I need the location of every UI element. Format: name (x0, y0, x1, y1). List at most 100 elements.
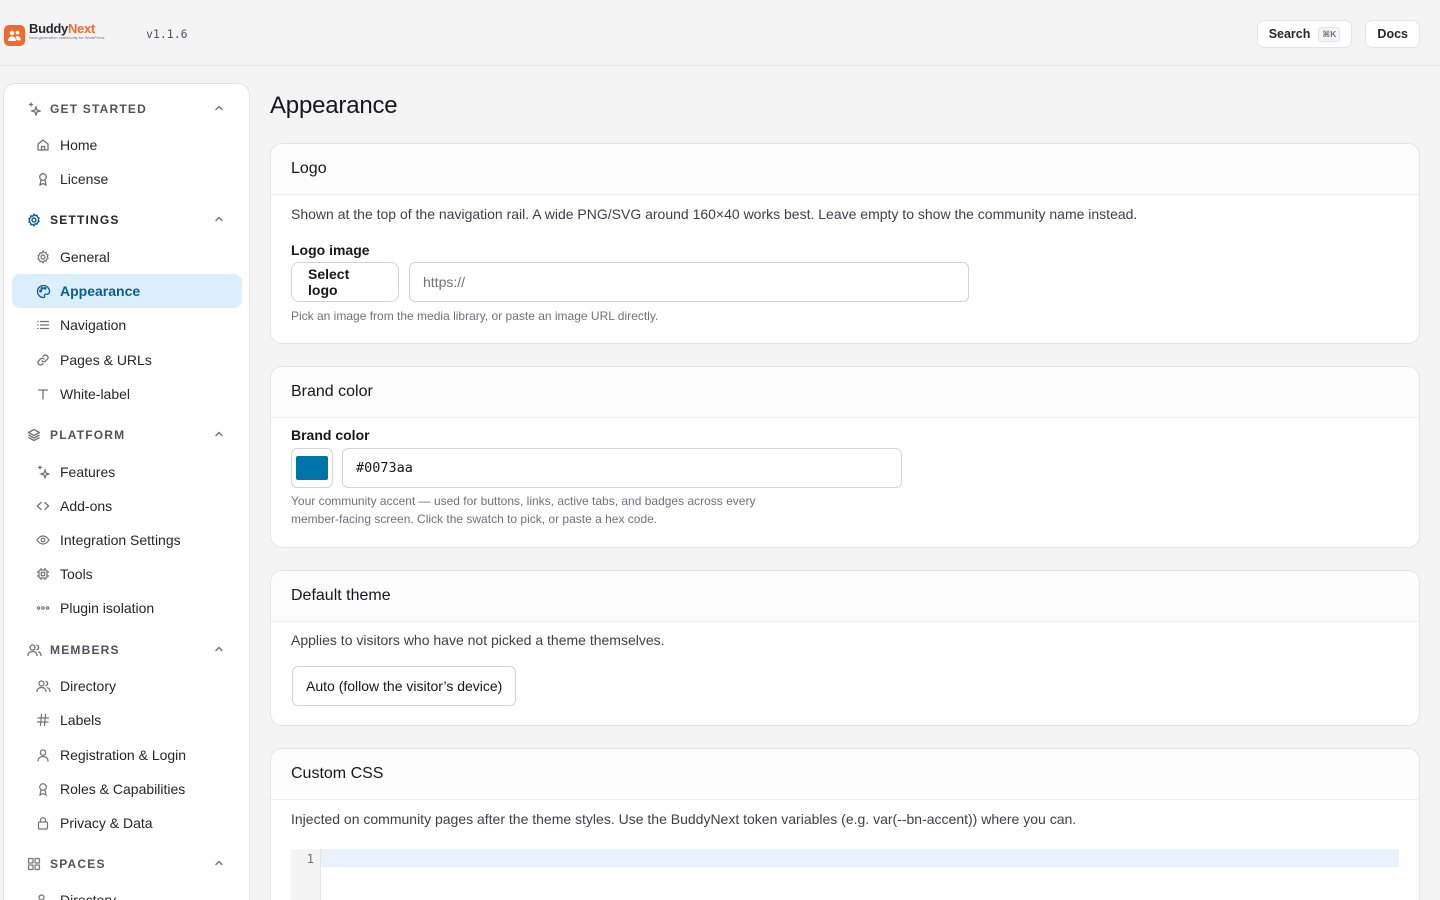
search-shortcut: ⌘K (1318, 26, 1341, 42)
theme-select[interactable]: Auto (follow the visitor’s device) (292, 666, 517, 706)
custom-css-card: Custom CSS Injected on community pages a… (270, 748, 1420, 900)
card-title: Logo (271, 144, 1419, 195)
hint-line: member-facing screen. Click the swatch t… (291, 512, 658, 526)
brand-logo[interactable]: BuddyNext Next-generation community for … (4, 22, 105, 46)
sidebar-item-tools[interactable]: Tools (12, 557, 242, 591)
award-icon (35, 171, 51, 187)
sidebar-item-roles-capabilities[interactable]: Roles & Capabilities (12, 772, 242, 806)
list-icon (35, 317, 51, 333)
search-label: Search (1268, 27, 1311, 41)
lock-icon (35, 815, 51, 831)
section-members[interactable]: MEMBERS (26, 641, 226, 659)
field-hint: Your community accent — used for buttons… (291, 492, 755, 528)
sidebar-item-add-ons[interactable]: Add-ons (12, 489, 242, 523)
sidebar-item-labels[interactable]: Labels (12, 703, 242, 737)
card-title: Brand color (271, 367, 1419, 418)
card-title: Default theme (271, 571, 1419, 622)
home-icon (35, 137, 51, 153)
more-horizontal-icon (35, 600, 51, 616)
user-icon (35, 747, 51, 763)
color-swatch-button[interactable] (291, 448, 333, 488)
brand-name-part1: Buddy (29, 21, 68, 36)
sidebar-item-privacy-data[interactable]: Privacy & Data (12, 806, 242, 840)
sidebar-item-features[interactable]: Features (12, 455, 242, 489)
sidebar: GET STARTED Home License SETTINGS Genera… (3, 83, 250, 900)
sidebar-item-label: Directory (60, 892, 117, 900)
users-icon (35, 892, 51, 900)
hint-line: Your community accent — used for buttons… (291, 494, 756, 508)
section-get-started[interactable]: GET STARTED (26, 100, 226, 118)
sidebar-item-label: Roles & Capabilities (60, 781, 186, 797)
grid-icon (26, 856, 42, 872)
sidebar-item-general[interactable]: General (12, 240, 242, 274)
brand-color-card: Brand color Brand color Your community a… (270, 366, 1420, 548)
sidebar-item-label: General (60, 249, 110, 265)
palette-icon (35, 283, 51, 299)
eye-icon (35, 532, 51, 548)
brand-color-input[interactable] (342, 448, 902, 488)
section-settings[interactable]: SETTINGS (26, 211, 226, 229)
sidebar-item-license[interactable]: License (12, 162, 242, 196)
sidebar-item-label: Directory (60, 678, 117, 694)
sidebar-item-label: Tools (60, 566, 93, 582)
sidebar-item-label: Home (60, 137, 98, 153)
sidebar-item-directory[interactable]: Directory (12, 669, 242, 703)
select-logo-button[interactable]: Select logo (291, 262, 399, 302)
layers-icon (26, 427, 42, 443)
section-platform[interactable]: PLATFORM (26, 426, 226, 444)
version-badge: v1.1.6 (140, 24, 194, 44)
sidebar-item-navigation[interactable]: Navigation (12, 308, 242, 342)
sidebar-item-label: Privacy & Data (60, 815, 153, 831)
card-description: Injected on community pages after the th… (291, 811, 1077, 827)
field-label: Logo image (291, 242, 370, 258)
sidebar-item-pages-urls[interactable]: Pages & URLs (12, 343, 242, 377)
sidebar-item-label: Integration Settings (60, 532, 181, 548)
line-number: 1 (291, 849, 321, 900)
sidebar-item-plugin-isolation[interactable]: Plugin isolation (12, 591, 242, 625)
section-label: GET STARTED (50, 102, 147, 116)
sparkles-icon (26, 101, 42, 117)
sidebar-item-label: Appearance (60, 283, 141, 299)
color-swatch (296, 456, 328, 480)
sidebar-item-registration-login[interactable]: Registration & Login (12, 738, 242, 772)
sidebar-item-integration-settings[interactable]: Integration Settings (12, 523, 242, 557)
cpu-icon (35, 566, 51, 582)
sidebar-item-label: Pages & URLs (60, 352, 152, 368)
section-spaces[interactable]: SPACES (26, 855, 226, 873)
sidebar-item-label: License (60, 171, 109, 187)
users-icon (26, 642, 42, 658)
gear-icon (35, 249, 51, 265)
award-icon (35, 781, 51, 797)
active-code-line[interactable] (321, 849, 1399, 867)
section-label: PLATFORM (50, 428, 126, 442)
sidebar-item-label: Features (60, 464, 116, 480)
sidebar-item-label: White-label (60, 386, 131, 402)
chevron-up-icon (212, 427, 226, 441)
card-description: Shown at the top of the navigation rail.… (291, 206, 1138, 222)
code-icon (35, 498, 51, 514)
logo-url-input[interactable] (409, 262, 969, 302)
sidebar-item-label: Add-ons (60, 498, 113, 514)
docs-label: Docs (1377, 27, 1408, 41)
sidebar-item-label: Plugin isolation (60, 600, 155, 616)
chevron-up-icon (212, 101, 226, 115)
sidebar-item-white-label[interactable]: White-label (12, 377, 242, 411)
field-hint: Pick an image from the media library, or… (291, 309, 659, 323)
people-icon (4, 25, 25, 46)
chevron-up-icon (212, 642, 226, 656)
sidebar-item-appearance[interactable]: Appearance (12, 274, 242, 308)
hash-icon (35, 712, 51, 728)
docs-button[interactable]: Docs (1365, 20, 1420, 48)
sidebar-item-label: Registration & Login (60, 747, 187, 763)
card-description: Applies to visitors who have not picked … (291, 632, 665, 648)
chevron-up-icon (212, 856, 226, 870)
search-button[interactable]: Search ⌘K (1256, 20, 1353, 48)
sidebar-item-home[interactable]: Home (12, 128, 242, 162)
page-title: Appearance (270, 92, 398, 119)
sparkles-icon (35, 464, 51, 480)
sidebar-item-label: Navigation (60, 317, 127, 333)
sidebar-item-spaces-directory[interactable]: Directory (12, 883, 242, 900)
brand-name-part2: Next (67, 21, 95, 36)
css-code-editor[interactable]: 1 (291, 849, 1401, 900)
section-label: SETTINGS (50, 213, 120, 227)
